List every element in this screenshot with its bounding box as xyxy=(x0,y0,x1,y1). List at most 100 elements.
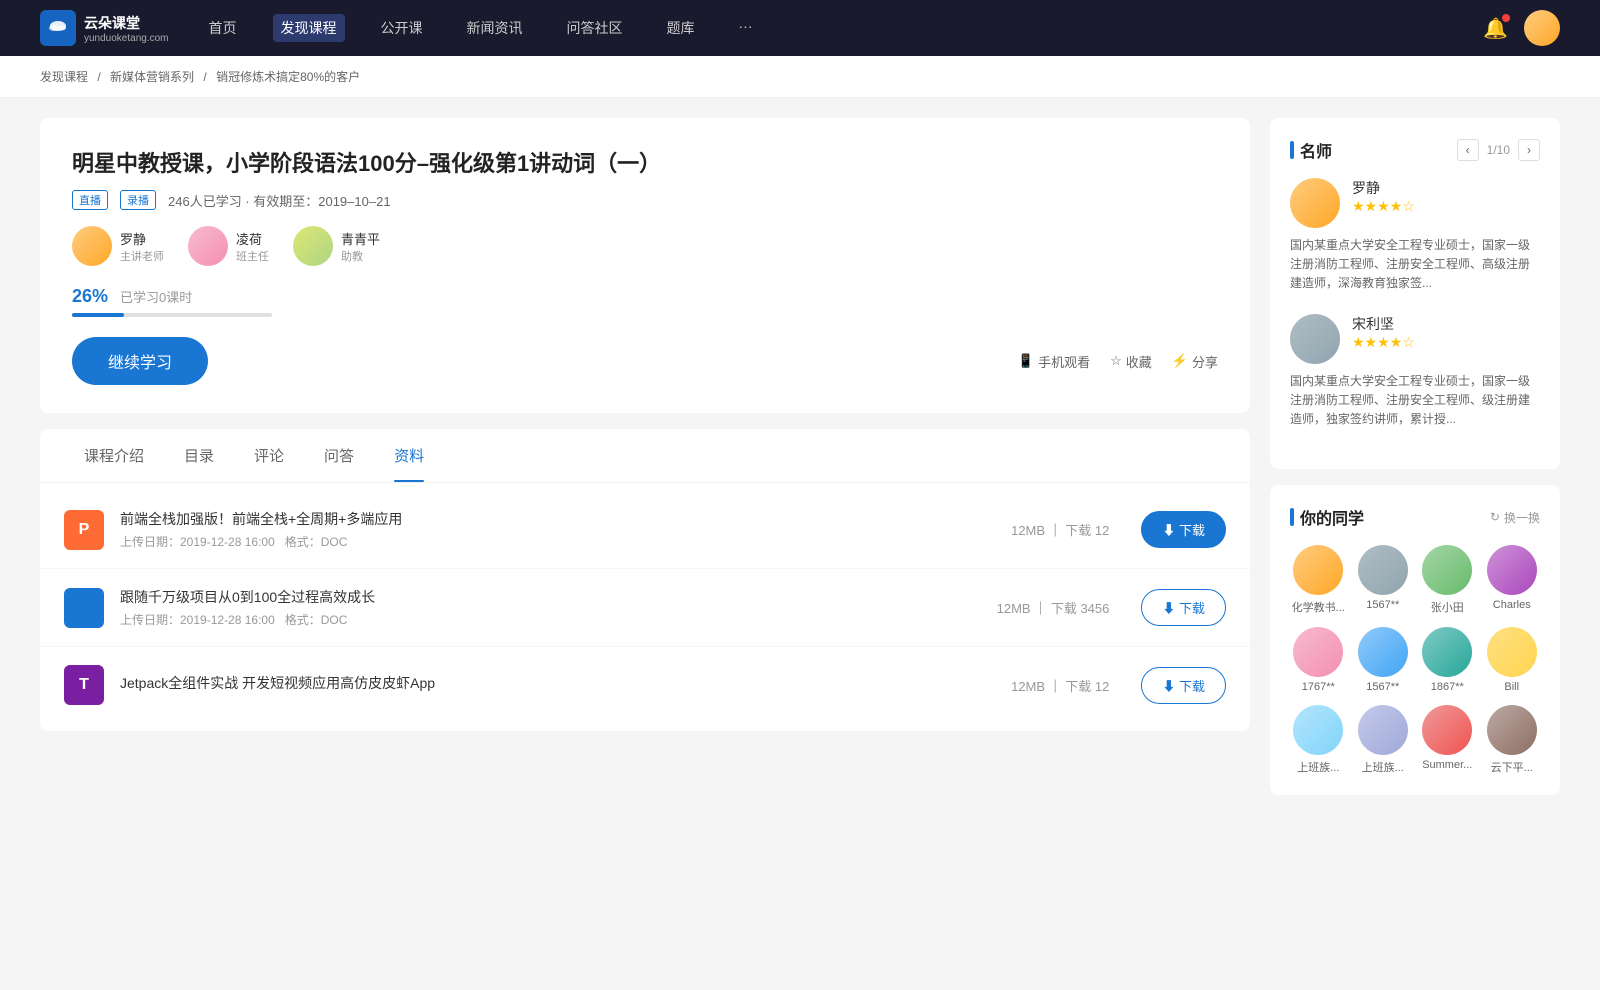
teachers-row: 罗静 主讲老师 凌荷 班主任 青青平 助教 xyxy=(72,226,1218,266)
teachers-prev-button[interactable]: ‹ xyxy=(1457,139,1479,161)
classmate-avatar-12 xyxy=(1487,705,1537,755)
breadcrumb-sep-1: / xyxy=(97,70,100,84)
share-icon: ⚡ xyxy=(1172,353,1188,369)
notification-bell[interactable]: 🔔 xyxy=(1483,16,1508,41)
action-collect[interactable]: ☆ 收藏 xyxy=(1110,352,1152,371)
tab-qa[interactable]: 问答 xyxy=(304,429,374,482)
download-button-2[interactable]: ⬇ 下载 xyxy=(1141,589,1226,626)
nav-quiz[interactable]: 题库 xyxy=(659,14,703,42)
teacher-stars-2: ★★★★☆ xyxy=(1352,334,1415,351)
teachers-next-button[interactable]: › xyxy=(1518,139,1540,161)
course-title: 明星中教授课，小学阶段语法100分–强化级第1讲动词（一） xyxy=(72,146,1218,178)
nav-qa[interactable]: 问答社区 xyxy=(559,14,631,42)
action-share[interactable]: ⚡ 分享 xyxy=(1172,352,1218,371)
file-icon-1: P xyxy=(64,510,104,550)
classmate-6[interactable]: 1567** xyxy=(1355,627,1412,693)
classmate-10[interactable]: 上班族... xyxy=(1355,705,1412,775)
course-meta: 直播 录播 246人已学习 · 有效期至：2019–10–21 xyxy=(72,190,1218,210)
classmates-title: 你的同学 xyxy=(1290,505,1364,529)
classmate-name-9: 上班族... xyxy=(1297,759,1339,775)
classmate-1[interactable]: 化学教书... xyxy=(1290,545,1347,615)
teachers-sidebar-card: 名师 ‹ 1/10 › 罗静 ★★★★☆ 国内某重点大学安全工程专业硕士，国家一… xyxy=(1270,118,1560,469)
teacher-info-2: 凌荷 班主任 xyxy=(236,229,269,264)
continue-button[interactable]: 继续学习 xyxy=(72,337,208,385)
classmate-4[interactable]: Charles xyxy=(1484,545,1541,615)
classmate-avatar-10 xyxy=(1358,705,1408,755)
classmate-8[interactable]: Bill xyxy=(1484,627,1541,693)
tab-review[interactable]: 评论 xyxy=(234,429,304,482)
logo[interactable]: 云朵课堂 yunduoketang.com xyxy=(40,10,169,46)
badge-rec: 录播 xyxy=(120,190,156,210)
logo-text: 云朵课堂 yunduoketang.com xyxy=(84,13,169,44)
tab-intro[interactable]: 课程介绍 xyxy=(64,429,164,482)
nav-news[interactable]: 新闻资讯 xyxy=(459,14,531,42)
notification-dot xyxy=(1502,14,1510,22)
main-content: 明星中教授课，小学阶段语法100分–强化级第1讲动词（一） 直播 录播 246人… xyxy=(40,118,1250,811)
teachers-card-header: 名师 ‹ 1/10 › xyxy=(1290,138,1540,162)
teacher-1: 罗静 主讲老师 xyxy=(72,226,164,266)
progress-section: 26% 已学习0课时 xyxy=(72,286,1218,317)
classmates-card-header: 你的同学 ↻ 换一换 xyxy=(1290,505,1540,529)
action-phone[interactable]: 📱 手机观看 xyxy=(1018,352,1090,371)
teacher-3: 青青平 助教 xyxy=(293,226,380,266)
file-info-1: 前端全栈加强版！前端全栈+全周期+多端应用 上传日期：2019-12-28 16… xyxy=(120,509,995,550)
teacher-card-info-1: 罗静 ★★★★☆ xyxy=(1352,178,1415,215)
nav-home[interactable]: 首页 xyxy=(201,14,245,42)
logo-icon xyxy=(40,10,76,46)
breadcrumb-item-2[interactable]: 新媒体营销系列 xyxy=(110,70,194,84)
classmate-avatar-11 xyxy=(1422,705,1472,755)
main-layout: 明星中教授课，小学阶段语法100分–强化级第1讲动词（一） 直播 录播 246人… xyxy=(0,98,1600,831)
nav-open[interactable]: 公开课 xyxy=(373,14,431,42)
teachers-pagination: ‹ 1/10 › xyxy=(1457,139,1540,161)
classmate-avatar-3 xyxy=(1422,545,1472,595)
classmates-refresh[interactable]: ↻ 换一换 xyxy=(1490,509,1540,526)
tabs-card: 课程介绍 目录 评论 问答 资料 P 前端全栈加强版！前端全栈+全周期+多端应用… xyxy=(40,429,1250,731)
classmate-12[interactable]: 云下平... xyxy=(1484,705,1541,775)
teacher-info-3: 青青平 助教 xyxy=(341,229,380,264)
file-icon-3: T xyxy=(64,665,104,705)
classmate-3[interactable]: 张小田 xyxy=(1419,545,1476,615)
file-stats-3: 12MB ｜ 下载 12 xyxy=(1011,676,1109,695)
download-button-1[interactable]: ⬇ 下载 xyxy=(1141,511,1226,548)
course-meta-text: 246人已学习 · 有效期至：2019–10–21 xyxy=(168,191,391,210)
badge-live: 直播 xyxy=(72,190,108,210)
teacher-2: 凌荷 班主任 xyxy=(188,226,269,266)
download-button-3[interactable]: ⬇ 下载 xyxy=(1141,667,1226,704)
classmate-2[interactable]: 1567** xyxy=(1355,545,1412,615)
progress-label: 已学习0课时 xyxy=(120,287,192,306)
classmate-7[interactable]: 1867** xyxy=(1419,627,1476,693)
progress-bar-bg xyxy=(72,313,272,317)
nav-more[interactable]: ··· xyxy=(731,14,761,42)
teacher-card-desc-1: 国内某重点大学安全工程专业硕士，国家一级注册消防工程师、注册安全工程师、高级注册… xyxy=(1290,236,1540,294)
user-avatar[interactable] xyxy=(1524,10,1560,46)
teacher-role-3: 助教 xyxy=(341,248,380,264)
tab-toc[interactable]: 目录 xyxy=(164,429,234,482)
classmate-name-12: 云下平... xyxy=(1491,759,1533,775)
classmate-5[interactable]: 1767** xyxy=(1290,627,1347,693)
file-item: T Jetpack全组件实战 开发短视频应用高仿皮皮虾App 12MB ｜ 下载… xyxy=(40,647,1250,723)
teacher-card-info-2: 宋利坚 ★★★★☆ xyxy=(1352,314,1415,351)
classmate-name-2: 1567** xyxy=(1366,599,1399,611)
breadcrumb: 发现课程 / 新媒体营销系列 / 销冠修炼术搞定80%的客户 xyxy=(0,56,1600,98)
file-name-2: 跟随千万级项目从0到100全过程高效成长 xyxy=(120,587,981,607)
classmate-avatar-9 xyxy=(1293,705,1343,755)
progress-bar-fill xyxy=(72,313,124,317)
breadcrumb-item-3[interactable]: 销冠修炼术搞定80%的客户 xyxy=(216,70,360,84)
classmate-name-7: 1867** xyxy=(1431,681,1464,693)
classmate-9[interactable]: 上班族... xyxy=(1290,705,1347,775)
teacher-role-2: 班主任 xyxy=(236,248,269,264)
teacher-name-3: 青青平 xyxy=(341,229,380,248)
nav-discover[interactable]: 发现课程 xyxy=(273,14,345,42)
action-share-label: 分享 xyxy=(1192,352,1218,371)
teacher-card-avatar-1 xyxy=(1290,178,1340,228)
navbar: 云朵课堂 yunduoketang.com 首页 发现课程 公开课 新闻资讯 问… xyxy=(0,0,1600,56)
classmate-11[interactable]: Summer... xyxy=(1419,705,1476,775)
classmate-name-8: Bill xyxy=(1504,681,1519,693)
tab-materials[interactable]: 资料 xyxy=(374,429,444,482)
file-item: P 前端全栈加强版！前端全栈+全周期+多端应用 上传日期：2019-12-28 … xyxy=(40,491,1250,569)
teacher-card-name-2: 宋利坚 xyxy=(1352,314,1415,334)
breadcrumb-item-1[interactable]: 发现课程 xyxy=(40,70,88,84)
classmate-name-1: 化学教书... xyxy=(1292,599,1345,615)
classmate-name-5: 1767** xyxy=(1302,681,1335,693)
classmates-card: 你的同学 ↻ 换一换 化学教书... 1567** 张小田 xyxy=(1270,485,1560,795)
